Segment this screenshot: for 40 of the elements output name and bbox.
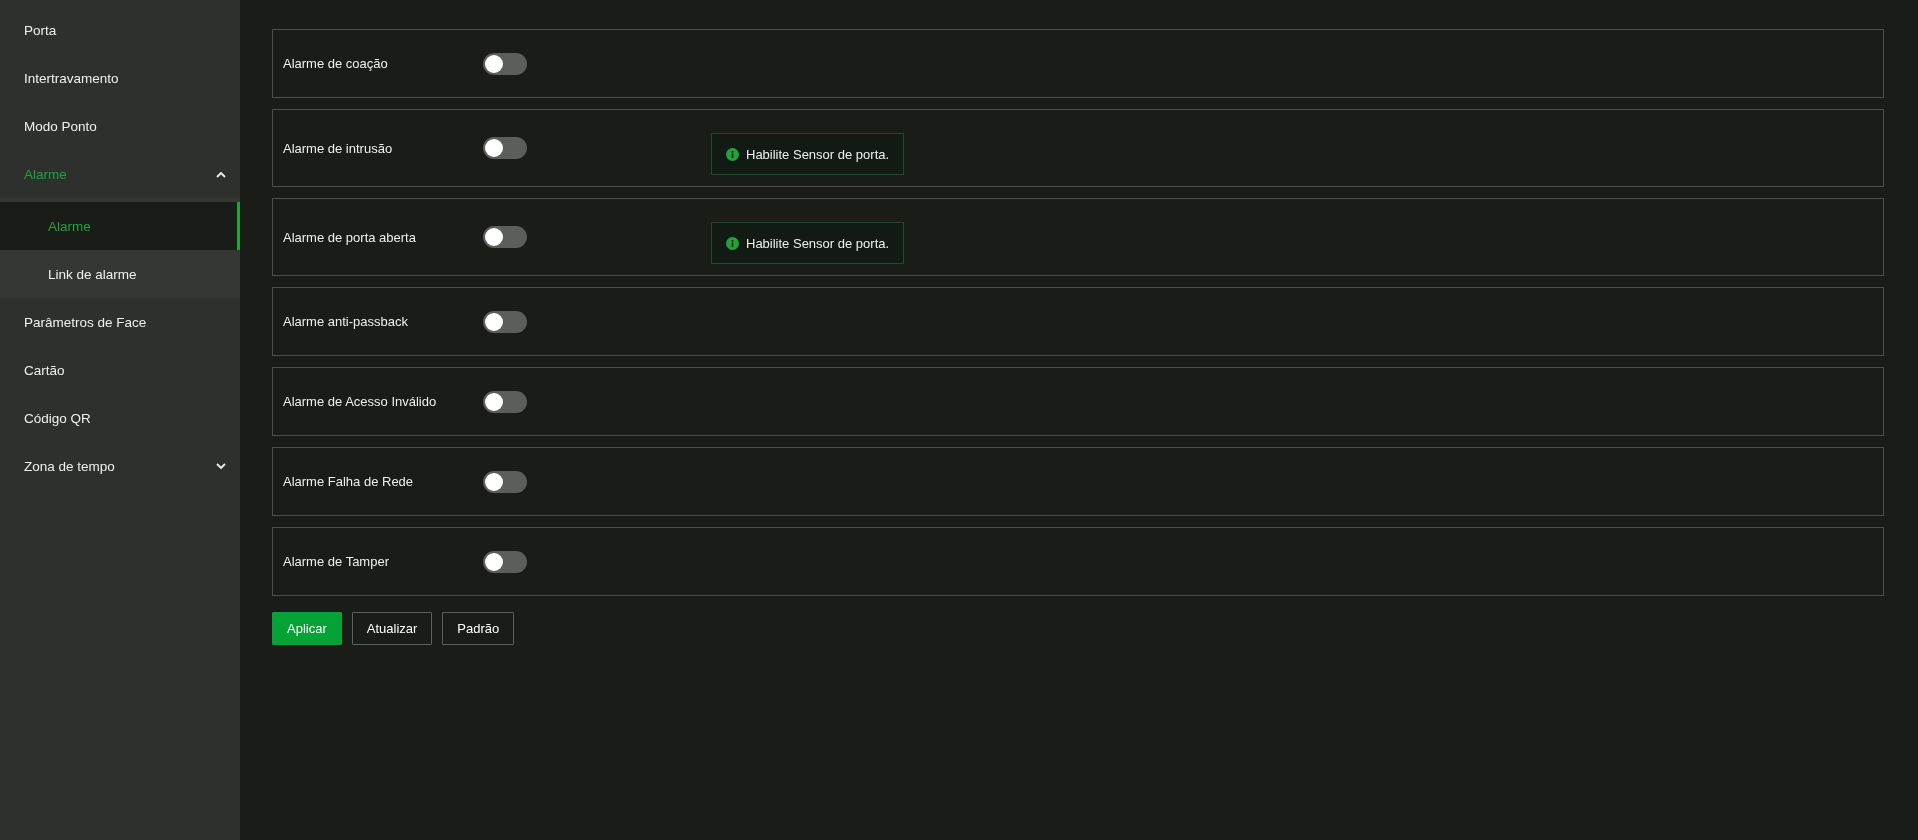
alarm-label: Alarme anti-passback xyxy=(283,314,409,329)
alarm-label: Alarme de Acesso Inválido xyxy=(283,394,438,409)
toggle-switch[interactable] xyxy=(483,310,527,333)
sidebar-item-label: Parâmetros de Face xyxy=(24,314,147,330)
alarm-label: Alarme de coação xyxy=(283,56,389,71)
sidebar-item[interactable]: Parâmetros de Face xyxy=(0,298,240,346)
sidebar-subitem[interactable]: Alarme xyxy=(0,202,240,250)
sidebar-item-label: Modo Ponto xyxy=(24,118,97,134)
sidebar-item-label: Código QR xyxy=(24,410,91,426)
sidebar-item[interactable]: Intertravamento xyxy=(0,54,240,102)
notice-text: Habilite Sensor de porta. xyxy=(746,146,890,162)
action-button[interactable]: Atualizar xyxy=(351,612,433,645)
sidebar-item[interactable]: Porta xyxy=(0,6,240,54)
sidebar-item-label: Alarme xyxy=(24,166,67,182)
info-icon xyxy=(726,236,739,250)
toggle-switch[interactable] xyxy=(483,137,527,159)
alarm-label: Alarme de Tamper xyxy=(283,554,390,569)
alarm-label: Alarme de porta aberta xyxy=(283,229,417,245)
sidebar-item[interactable]: Código QR xyxy=(0,394,240,442)
sidebar-item[interactable]: Modo Ponto xyxy=(0,102,240,150)
toggle-switch[interactable] xyxy=(483,470,527,493)
toggle-switch[interactable] xyxy=(483,390,527,413)
sidebar-item-label: Zona de tempo xyxy=(24,458,115,474)
sidebar-item-label: Porta xyxy=(24,22,57,38)
toggle-switch[interactable] xyxy=(483,52,527,75)
sidebar-item-label: Intertravamento xyxy=(24,70,119,86)
sidebar-item[interactable]: Zona de tempo xyxy=(0,442,240,490)
chevron-up-icon xyxy=(216,170,226,178)
toggle-switch[interactable] xyxy=(483,550,527,573)
notice-text: Habilite Sensor de porta. xyxy=(746,235,890,251)
sidebar-subitem[interactable]: Link de alarme xyxy=(0,250,240,298)
sidebar-item[interactable]: Cartão xyxy=(0,346,240,394)
sidebar-item[interactable]: Alarme xyxy=(0,150,240,198)
action-button[interactable]: Padrão xyxy=(442,612,515,645)
alarm-label: Alarme Falha de Rede xyxy=(283,474,415,489)
info-icon xyxy=(726,147,739,161)
sidebar-item-label: Cartão xyxy=(24,362,65,378)
chevron-down-icon xyxy=(216,462,226,470)
toggle-switch[interactable] xyxy=(483,226,527,248)
alarm-label: Alarme de intrusão xyxy=(283,140,394,156)
